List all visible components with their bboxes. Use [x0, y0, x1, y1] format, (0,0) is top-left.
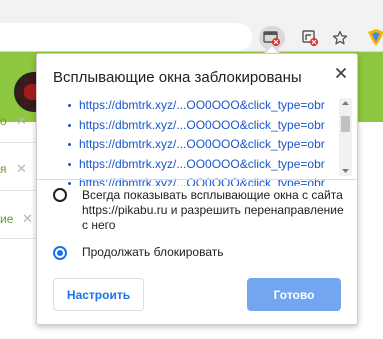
blocked-popup-url[interactable]: https://dbmtrk.xyz/...OO0OOO&click_type=… — [79, 137, 325, 151]
page-side-item: о ✕ — [0, 112, 40, 132]
radio-allow[interactable] — [53, 188, 67, 202]
bullet-icon — [68, 123, 71, 127]
allow-popups-option[interactable]: Всегда показывать всплывающие окна с сай… — [53, 188, 353, 233]
keep-blocking-label: Продолжать блокировать — [82, 245, 224, 259]
blocked-popup-url[interactable]: https://dbmtrk.xyz/...OO0OOO&click_type=… — [79, 176, 325, 186]
popup-blocked-dialog: Всплывающие окна заблокированы https://d… — [36, 53, 358, 325]
page-side-item: ие ✕ — [0, 210, 40, 230]
extension-icon[interactable] — [366, 28, 383, 48]
scroll-up-arrow-icon[interactable] — [339, 98, 352, 108]
radio-block[interactable] — [53, 245, 67, 260]
page-side-label: ие — [0, 212, 14, 226]
blocked-popup-url[interactable]: https://dbmtrk.xyz/...OO0OOO&click_type=… — [79, 98, 325, 112]
blocked-popup-url[interactable]: https://dbmtrk.xyz/...OO0OOO&click_type=… — [79, 157, 325, 171]
blocked-popup-link[interactable]: https://dbmtrk.xyz/...OO0OOO&click_type=… — [63, 96, 341, 116]
allow-popups-label: Всегда показывать всплывающие окна с сай… — [82, 188, 344, 232]
divider — [37, 179, 357, 180]
bullet-icon — [68, 104, 71, 107]
close-icon[interactable]: ✕ — [16, 113, 27, 129]
close-icon — [335, 67, 347, 79]
scroll-down-arrow-icon[interactable] — [339, 166, 352, 176]
divider — [0, 142, 36, 143]
manage-button[interactable]: Настроить — [53, 278, 144, 311]
blocked-popup-url[interactable]: https://dbmtrk.xyz/...OO0OOO&click_type=… — [79, 118, 325, 132]
page-side-label: я — [0, 162, 7, 176]
divider — [0, 238, 36, 239]
divider — [0, 190, 36, 191]
blocked-popup-link[interactable]: https://dbmtrk.xyz/...OO0OOO&click_type=… — [63, 155, 341, 175]
blocked-popup-link[interactable]: https://dbmtrk.xyz/...OO0OOO&click_type=… — [63, 174, 341, 186]
scroll-thumb[interactable] — [341, 116, 350, 132]
keep-blocking-option[interactable]: Продолжать блокировать — [53, 245, 224, 260]
close-icon[interactable]: ✕ — [16, 161, 27, 177]
browser-toolbar — [0, 0, 383, 52]
bullet-icon — [68, 182, 71, 185]
blocked-popup-link[interactable]: https://dbmtrk.xyz/...OO0OOO&click_type=… — [63, 116, 341, 136]
blocked-popups-list: https://dbmtrk.xyz/...OO0OOO&click_type=… — [63, 96, 341, 186]
done-button[interactable]: Готово — [247, 278, 341, 311]
cast-blocked-icon[interactable] — [297, 26, 323, 50]
dialog-title: Всплывающие окна заблокированы — [53, 69, 302, 86]
page-side-label: о — [0, 114, 7, 128]
list-scrollbar[interactable] — [339, 98, 352, 176]
bookmark-star-icon[interactable] — [327, 26, 353, 50]
close-icon[interactable]: ✕ — [22, 211, 33, 227]
bullet-icon — [68, 143, 71, 146]
close-button[interactable] — [331, 63, 351, 83]
bullet-icon — [68, 162, 71, 166]
address-bar[interactable] — [0, 23, 252, 51]
page-side-item: я ✕ — [0, 160, 40, 180]
blocked-popup-link[interactable]: https://dbmtrk.xyz/...OO0OOO&click_type=… — [63, 135, 341, 155]
